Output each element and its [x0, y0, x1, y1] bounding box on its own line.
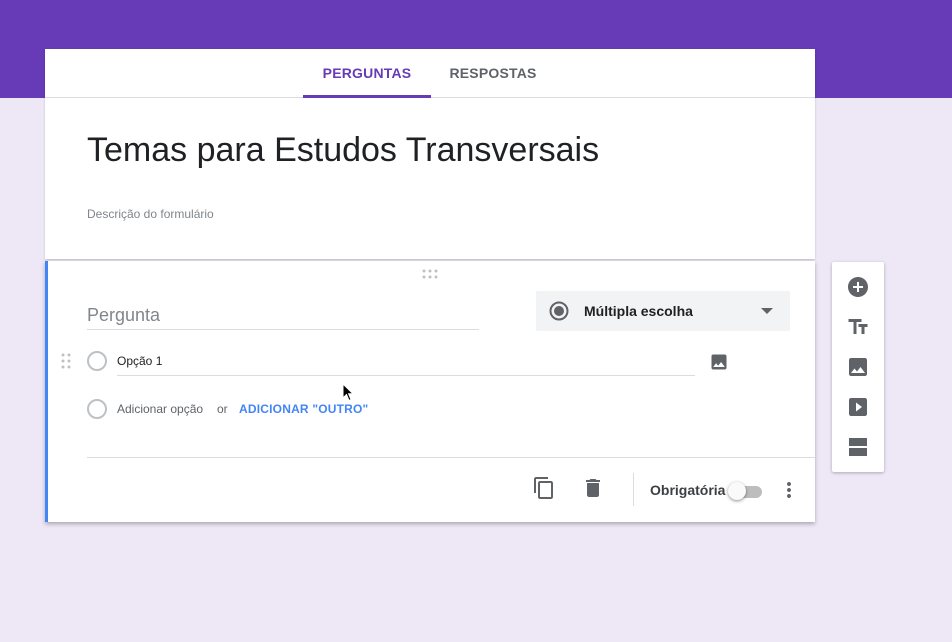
- form-header-card: PERGUNTAS RESPOSTAS Temas para Estudos T…: [45, 49, 815, 259]
- more-vert-icon[interactable]: [777, 478, 801, 502]
- add-video-icon[interactable]: [846, 395, 870, 419]
- option-drag-handle-icon[interactable]: [61, 353, 71, 369]
- add-question-icon[interactable]: [846, 275, 870, 299]
- add-title-icon[interactable]: [846, 315, 870, 339]
- question-title-input[interactable]: Pergunta: [87, 305, 479, 330]
- image-icon[interactable]: [709, 352, 729, 372]
- drag-handle-icon[interactable]: [422, 269, 438, 279]
- required-label: Obrigatória: [650, 482, 726, 498]
- mouse-cursor-icon: [342, 383, 354, 402]
- chevron-down-icon: [761, 308, 773, 314]
- floating-toolbar: [832, 262, 884, 472]
- required-toggle[interactable]: [728, 482, 764, 500]
- option-radio: [87, 351, 107, 371]
- active-card-indicator: [45, 261, 48, 522]
- question-type-dropdown[interactable]: Múltipla escolha: [536, 291, 790, 331]
- tab-respostas[interactable]: RESPOSTAS: [431, 49, 555, 97]
- add-option-radio: [87, 399, 107, 419]
- question-placeholder: Pergunta: [87, 305, 161, 325]
- form-description-field[interactable]: Descrição do formulário: [87, 207, 214, 221]
- form-title[interactable]: Temas para Estudos Transversais: [87, 131, 599, 170]
- tab-perguntas[interactable]: PERGUNTAS: [303, 49, 431, 98]
- duplicate-icon[interactable]: [532, 476, 556, 500]
- option-text-input[interactable]: Opção 1: [117, 354, 162, 368]
- add-section-icon[interactable]: [846, 435, 870, 459]
- or-label: or: [217, 402, 228, 416]
- radio-button-icon: [549, 301, 569, 321]
- tab-bar: PERGUNTAS RESPOSTAS: [45, 49, 815, 98]
- question-card: Pergunta Múltipla escolha Opção 1 Adicio…: [45, 261, 815, 522]
- add-option-link[interactable]: Adicionar opção: [117, 402, 203, 416]
- card-footer-divider: [87, 457, 815, 458]
- footer-vertical-divider: [633, 473, 634, 506]
- option-underline: [117, 375, 695, 376]
- add-other-button[interactable]: ADICIONAR "OUTRO": [239, 402, 368, 416]
- question-type-label: Múltipla escolha: [584, 303, 693, 319]
- delete-icon[interactable]: [581, 476, 605, 500]
- add-image-icon[interactable]: [846, 355, 870, 379]
- toggle-knob: [728, 482, 746, 500]
